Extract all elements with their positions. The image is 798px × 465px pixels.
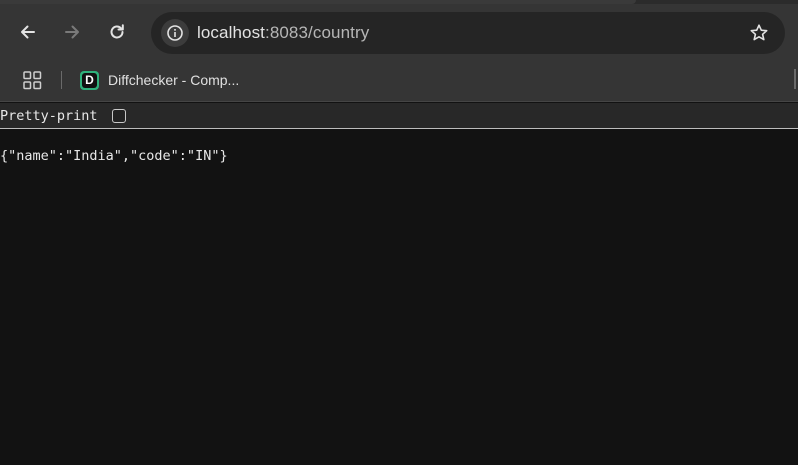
favicon-letter: D <box>82 72 97 88</box>
back-button[interactable] <box>13 17 43 47</box>
bookmarks-overflow-edge <box>794 69 796 89</box>
url-host: localhost <box>197 23 265 42</box>
bookmark-star-button[interactable] <box>749 23 769 48</box>
response-body: {"name":"India","code":"IN"} <box>0 148 228 164</box>
url-text[interactable]: localhost:8083/country <box>197 23 369 43</box>
reload-icon <box>110 24 124 39</box>
url-path: :8083/country <box>265 23 370 42</box>
apps-button[interactable] <box>23 71 42 95</box>
arrow-right-icon <box>65 25 79 39</box>
bookmark-diffchecker[interactable]: D Diffchecker - Comp... <box>80 68 239 92</box>
site-info-button[interactable] <box>161 19 189 47</box>
json-viewer-header: Pretty-print <box>0 103 798 129</box>
bookmark-label: Diffchecker - Comp... <box>108 72 240 88</box>
address-bar[interactable]: localhost:8083/country <box>151 12 785 54</box>
bookmarks-bar: D Diffchecker - Comp... <box>0 60 798 102</box>
apps-grid-icon <box>23 71 42 90</box>
diffchecker-favicon-icon: D <box>80 70 99 90</box>
reload-button[interactable] <box>102 17 132 47</box>
arrow-left-icon <box>21 25 35 39</box>
star-icon <box>750 24 768 41</box>
bookmarks-separator <box>61 71 62 89</box>
forward-button[interactable] <box>57 17 87 47</box>
info-icon <box>167 25 183 41</box>
pretty-print-label: Pretty-print <box>0 108 98 124</box>
browser-toolbar: localhost:8083/country <box>0 4 798 60</box>
pretty-print-checkbox[interactable] <box>112 109 126 123</box>
